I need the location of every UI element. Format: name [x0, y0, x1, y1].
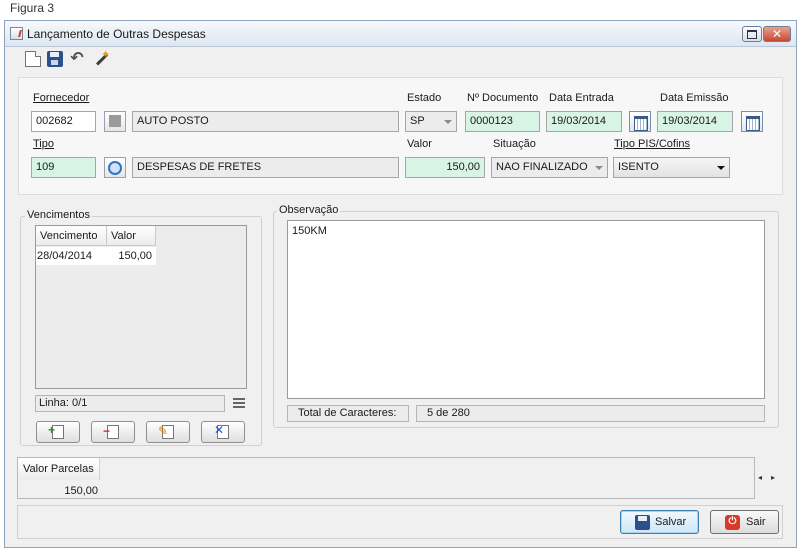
table-header: Vencimento Valor [36, 226, 156, 246]
tipo-code-field[interactable]: 109 [31, 157, 96, 178]
char-counter-label: Total de Caracteres: [287, 405, 409, 422]
chevron-down-icon [717, 166, 725, 170]
menu-icon[interactable] [233, 398, 245, 408]
new-document-icon[interactable] [25, 51, 41, 67]
pis-cofins-label: Tipo PIS/Cofins [614, 138, 691, 150]
floppy-disk-icon [635, 515, 650, 530]
app-icon [10, 27, 23, 40]
fornecedor-search-icon[interactable] [104, 111, 126, 132]
minimize-button[interactable] [742, 26, 762, 42]
chevron-down-icon [595, 166, 603, 170]
close-button[interactable]: ✕ [763, 26, 791, 42]
pis-cofins-value: ISENTO [618, 161, 659, 173]
chevron-down-icon [444, 120, 452, 124]
plus-icon: + [48, 423, 56, 437]
calendar-entrada-icon[interactable] [629, 111, 651, 132]
window-title: Lançamento de Outras Despesas [27, 27, 206, 41]
situacao-label: Situação [493, 138, 536, 150]
add-vencimento-button[interactable]: + [36, 421, 80, 443]
data-entrada-field[interactable]: 19/03/2014 [546, 111, 622, 132]
documento-label: Nº Documento [467, 92, 539, 104]
estado-select[interactable]: SP [405, 111, 457, 132]
data-entrada-label: Data Entrada [549, 92, 614, 104]
remove-vencimento-button[interactable]: − [91, 421, 135, 443]
column-header-vencimento[interactable]: Vencimento [40, 230, 97, 242]
title-bar: Lançamento de Outras Despesas ✕ [5, 21, 796, 47]
save-button-label: Salvar [655, 516, 687, 528]
dialog-window: Lançamento de Outras Despesas ✕ ↶ Fornec… [4, 20, 797, 548]
observacao-textarea[interactable]: 150KM [287, 220, 765, 399]
observacao-text: 150KM [292, 225, 327, 237]
tipo-label: Tipo [33, 138, 54, 150]
row-counter: Linha: 0/1 [35, 395, 225, 412]
tipo-name-field: DESPESAS DE FRETES [132, 157, 399, 178]
power-icon: ⏻ [725, 515, 740, 530]
situacao-value: NAO FINALIZADO [496, 161, 588, 173]
calendar-emissao-icon[interactable] [741, 111, 763, 132]
table-row[interactable]: 28/04/2014 150,00 [36, 247, 156, 265]
observacao-title: Observação [277, 204, 341, 216]
minus-icon: − [103, 424, 111, 438]
scroll-right-icon[interactable]: ▸ [771, 473, 775, 482]
valor-label: Valor [407, 138, 432, 150]
estado-value: SP [410, 115, 425, 127]
save-button[interactable]: Salvar [620, 510, 699, 534]
parcelas-header-label: Valor Parcelas [23, 463, 94, 475]
save-icon[interactable] [47, 51, 63, 67]
exit-button-label: Sair [746, 516, 766, 528]
column-separator [155, 226, 156, 246]
situacao-select[interactable]: NAO FINALIZADO [491, 157, 608, 178]
char-counter-value: 5 de 280 [416, 405, 765, 422]
parcelas-value: 150,00 [64, 485, 98, 497]
clear-vencimentos-button[interactable]: ✕ [201, 421, 245, 443]
magic-wand-icon[interactable] [93, 48, 110, 67]
fornecedor-code-field[interactable]: 002682 [31, 111, 96, 132]
exit-button[interactable]: ⏻ Sair [710, 510, 779, 534]
header-form-panel: Fornecedor Estado Nº Documento Data Entr… [18, 77, 783, 195]
fornecedor-label: Fornecedor [33, 92, 90, 104]
estado-label: Estado [407, 92, 442, 104]
vencimentos-title: Vencimentos [25, 209, 92, 221]
pis-cofins-select[interactable]: ISENTO [613, 157, 730, 178]
column-separator [106, 226, 107, 246]
data-emissao-field[interactable]: 19/03/2014 [657, 111, 733, 132]
figure-caption: Figura 3 [10, 1, 55, 15]
parcelas-header[interactable]: Valor Parcelas [18, 458, 100, 480]
valor-field[interactable]: 150,00 [405, 157, 485, 178]
column-header-valor[interactable]: Valor [111, 230, 136, 242]
vencimentos-table[interactable]: Vencimento Valor 28/04/2014 150,00 [35, 225, 247, 389]
parcelas-grid[interactable]: Valor Parcelas 150,00 [17, 457, 755, 499]
row-valor: 150,00 [118, 250, 152, 262]
undo-icon[interactable]: ↶ [69, 51, 85, 67]
documento-field[interactable]: 0000123 [465, 111, 540, 132]
tipo-search-icon[interactable] [104, 157, 126, 178]
edit-icon: ✎ [158, 424, 169, 438]
fornecedor-name-field: AUTO POSTO [132, 111, 399, 132]
clear-icon: ✕ [214, 423, 225, 437]
scroll-left-icon[interactable]: ◂ [758, 473, 762, 482]
data-emissao-label: Data Emissão [660, 92, 729, 104]
edit-vencimento-button[interactable]: ✎ [146, 421, 190, 443]
